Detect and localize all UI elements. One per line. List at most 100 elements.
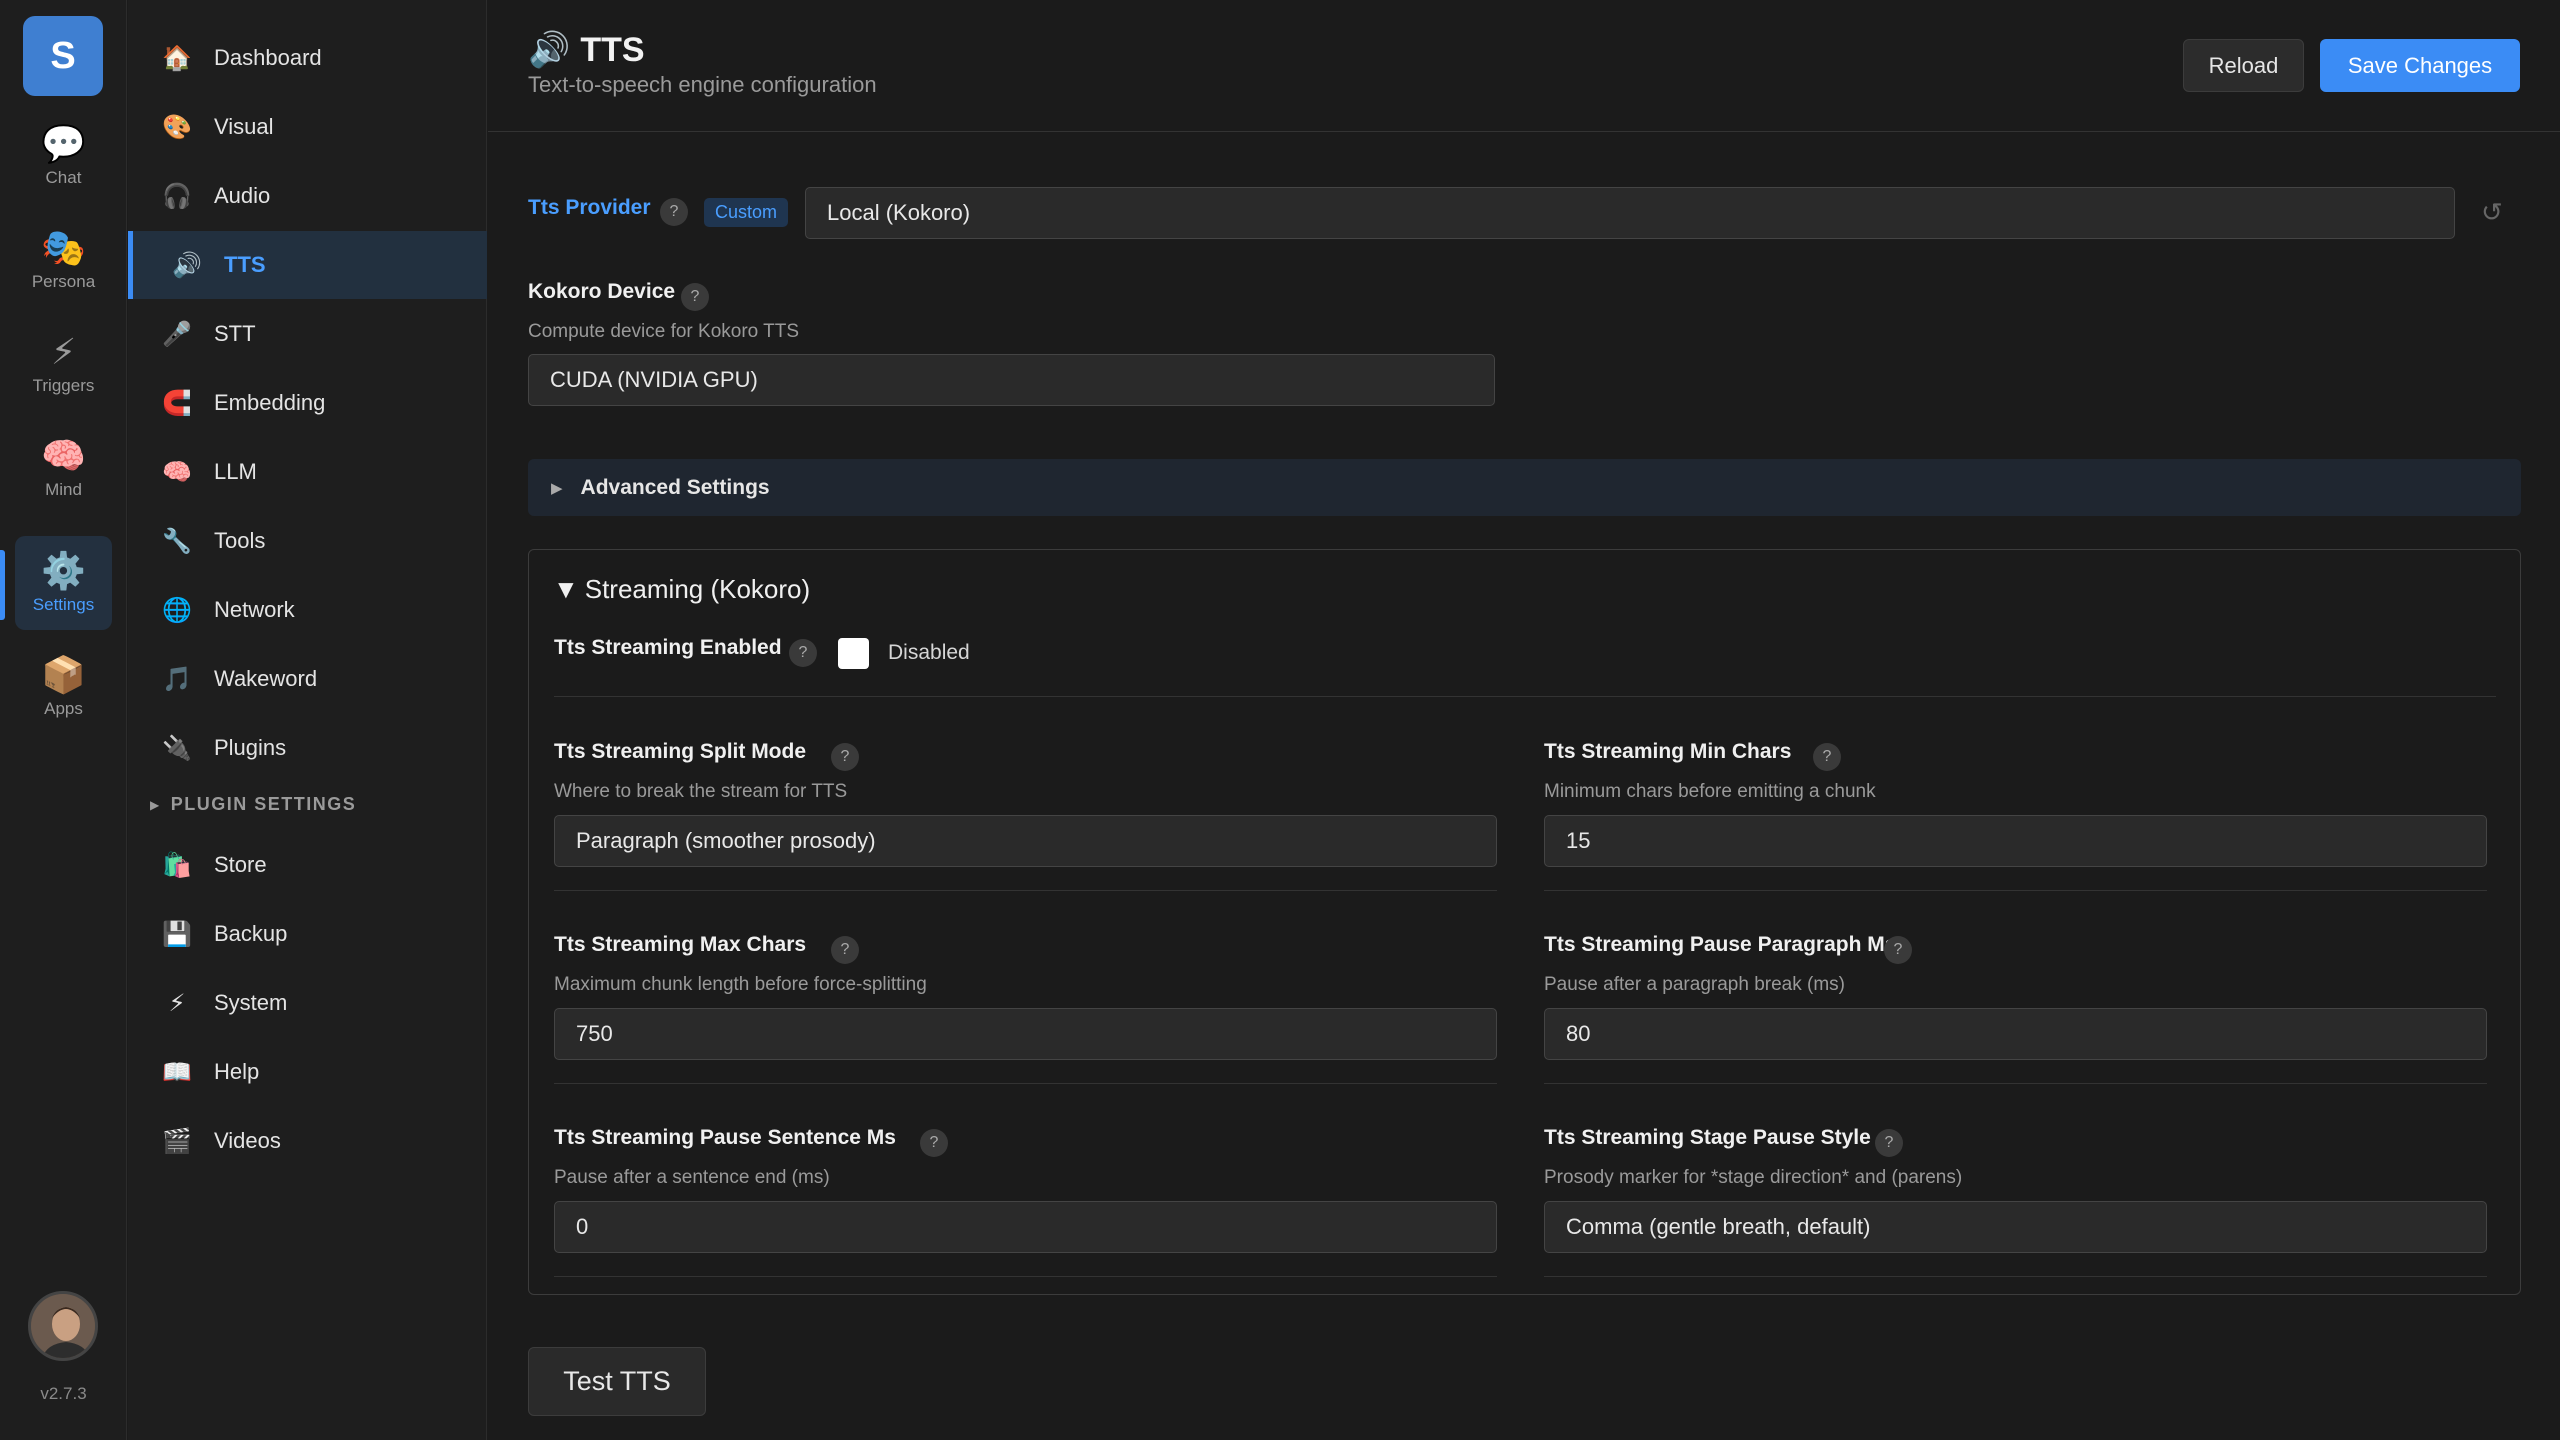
sidebar-item-label: Wakeword [214, 666, 318, 691]
help-icon[interactable]: ? [789, 639, 817, 667]
rail-triggers[interactable]: ⚡ Triggers [15, 317, 112, 411]
help-icon[interactable]: ? [681, 283, 709, 311]
sidebar-item-label: LLM [214, 459, 257, 484]
floppy-disk-icon: 💾 [162, 920, 192, 948]
help-icon[interactable]: ? [660, 198, 688, 226]
advanced-settings-toggle[interactable]: ▶ Advanced Settings [528, 459, 2521, 516]
help-icon[interactable]: ? [831, 936, 859, 964]
test-tts-button[interactable]: Test TTS [528, 1347, 706, 1416]
lightning-icon: ⚡ [168, 989, 186, 1017]
help-icon[interactable]: ? [1813, 743, 1841, 771]
tts-provider-select[interactable]: Local (Kokoro) [805, 187, 2455, 239]
sidebar-item-label: Backup [214, 921, 288, 946]
sidebar-item-backup[interactable]: 💾 Backup [128, 900, 487, 968]
rail-chat[interactable]: 💬 Chat [15, 109, 112, 203]
sidebar-item-label: TTS [224, 252, 266, 277]
sidebar-item-store[interactable]: 🛍️ Store [128, 831, 487, 899]
divider [554, 1276, 1497, 1277]
microphone-icon: 🎤 [162, 320, 192, 348]
speaker-icon: 🔊 [528, 31, 571, 69]
package-icon: 📦 [41, 654, 86, 695]
music-note-icon: 🎵 [162, 665, 192, 693]
custom-badge: Custom [704, 198, 789, 227]
streaming-title: Streaming (Kokoro) [584, 574, 811, 604]
sidebar-item-label: Plugins [214, 735, 287, 760]
divider [554, 1083, 1497, 1084]
stage-pause-style-description: Prosody marker for *stage direction* and… [1544, 1167, 1963, 1188]
sidebar-item-label: Tools [214, 528, 266, 553]
sidebar-item-label: Videos [214, 1128, 281, 1153]
help-icon[interactable]: ? [920, 1129, 948, 1157]
sidebar-item-network[interactable]: 🌐 Network [128, 576, 487, 644]
sidebar-item-tools[interactable]: 🔧 Tools [128, 507, 487, 575]
sidebar-item-audio[interactable]: 🎧 Audio [128, 162, 487, 230]
divider [1544, 1276, 2487, 1277]
rail-settings[interactable]: ⚙️ Settings [15, 536, 112, 630]
rail-mind[interactable]: 🧠 Mind [15, 421, 112, 515]
app-version: v2.7.3 [40, 1384, 87, 1403]
sidebar-item-label: System [214, 990, 288, 1015]
sidebar-item-help[interactable]: 📖 Help [128, 1038, 487, 1106]
speaker-icon: 🔊 [172, 251, 202, 279]
sidebar-item-label: Network [214, 597, 295, 622]
page-subtitle: Text-to-speech engine configuration [528, 72, 877, 97]
user-avatar[interactable] [28, 1291, 98, 1361]
pause-paragraph-label: Tts Streaming Pause Paragraph Ms [1544, 933, 1897, 956]
plug-icon: 🔌 [162, 734, 192, 762]
min-chars-description: Minimum chars before emitting a chunk [1544, 781, 1876, 802]
help-icon[interactable]: ? [1875, 1129, 1903, 1157]
min-chars-label: Tts Streaming Min Chars [1544, 740, 1792, 763]
app-logo[interactable]: S [23, 16, 103, 96]
avatar-icon [31, 1294, 95, 1358]
persona-icon: 🎭 [41, 227, 86, 268]
rail-label: Mind [45, 480, 82, 499]
sidebar-item-dashboard[interactable]: 🏠 Dashboard [128, 24, 487, 92]
rail-apps[interactable]: 📦 Apps [15, 640, 112, 734]
stage-pause-style-select[interactable]: Comma (gentle breath, default) [1544, 1201, 2487, 1253]
sidebar-item-embedding[interactable]: 🧲 Embedding [128, 369, 487, 437]
streaming-enabled-checkbox[interactable] [838, 638, 869, 669]
pause-paragraph-input[interactable]: 80 [1544, 1008, 2487, 1060]
sidebar-item-wakeword[interactable]: 🎵 Wakeword [128, 645, 487, 713]
chat-icon: 💬 [41, 123, 86, 164]
rail-label: Chat [45, 168, 82, 187]
pause-sentence-input[interactable]: 0 [554, 1201, 1497, 1253]
sidebar-item-label: Visual [214, 114, 274, 139]
pause-sentence-label: Tts Streaming Pause Sentence Ms [554, 1126, 896, 1149]
sidebar-item-llm[interactable]: 🧠 LLM [128, 438, 487, 506]
clapperboard-icon: 🎬 [162, 1127, 192, 1155]
stage-pause-style-label: Tts Streaming Stage Pause Style [1544, 1126, 1871, 1149]
save-changes-button[interactable]: Save Changes [2320, 39, 2520, 92]
reload-button[interactable]: Reload [2183, 39, 2304, 92]
sidebar-item-system[interactable]: ⚡ System [128, 969, 487, 1037]
plugin-settings-section[interactable]: ▶ PLUGIN SETTINGS [150, 794, 356, 815]
rail-label: Apps [44, 699, 83, 718]
help-icon[interactable]: ? [1884, 936, 1912, 964]
pause-paragraph-description: Pause after a paragraph break (ms) [1544, 974, 1845, 995]
sidebar-item-videos[interactable]: 🎬 Videos [128, 1107, 487, 1175]
divider [554, 890, 1497, 891]
help-icon[interactable]: ? [831, 743, 859, 771]
streaming-section: ▼ Streaming (Kokoro) Tts Streaming Enabl… [528, 549, 2521, 1295]
sidebar-item-tts[interactable]: 🔊 TTS [128, 231, 487, 299]
min-chars-input[interactable]: 15 [1544, 815, 2487, 867]
sidebar-item-label: STT [214, 321, 256, 346]
sidebar-item-stt[interactable]: 🎤 STT [128, 300, 487, 368]
rail-persona[interactable]: 🎭 Persona [15, 213, 112, 307]
split-mode-description: Where to break the stream for TTS [554, 781, 848, 802]
globe-icon: 🌐 [162, 596, 192, 624]
section-label: PLUGIN SETTINGS [170, 794, 357, 814]
pause-sentence-description: Pause after a sentence end (ms) [554, 1167, 830, 1188]
streaming-enabled-state: Disabled [888, 641, 970, 664]
streaming-section-header[interactable]: ▼ Streaming (Kokoro) [553, 574, 810, 605]
split-mode-select[interactable]: Paragraph (smoother prosody) [554, 815, 1497, 867]
rail-label: Persona [31, 272, 96, 291]
reset-icon[interactable]: ↺ [2481, 197, 2503, 228]
divider [1544, 890, 2487, 891]
sidebar-item-plugins[interactable]: 🔌 Plugins [128, 714, 487, 782]
max-chars-label: Tts Streaming Max Chars [554, 933, 807, 956]
sidebar-item-visual[interactable]: 🎨 Visual [128, 93, 487, 161]
brain-icon: 🧠 [41, 435, 86, 476]
kokoro-device-select[interactable]: CUDA (NVIDIA GPU) [528, 354, 1495, 406]
max-chars-input[interactable]: 750 [554, 1008, 1497, 1060]
